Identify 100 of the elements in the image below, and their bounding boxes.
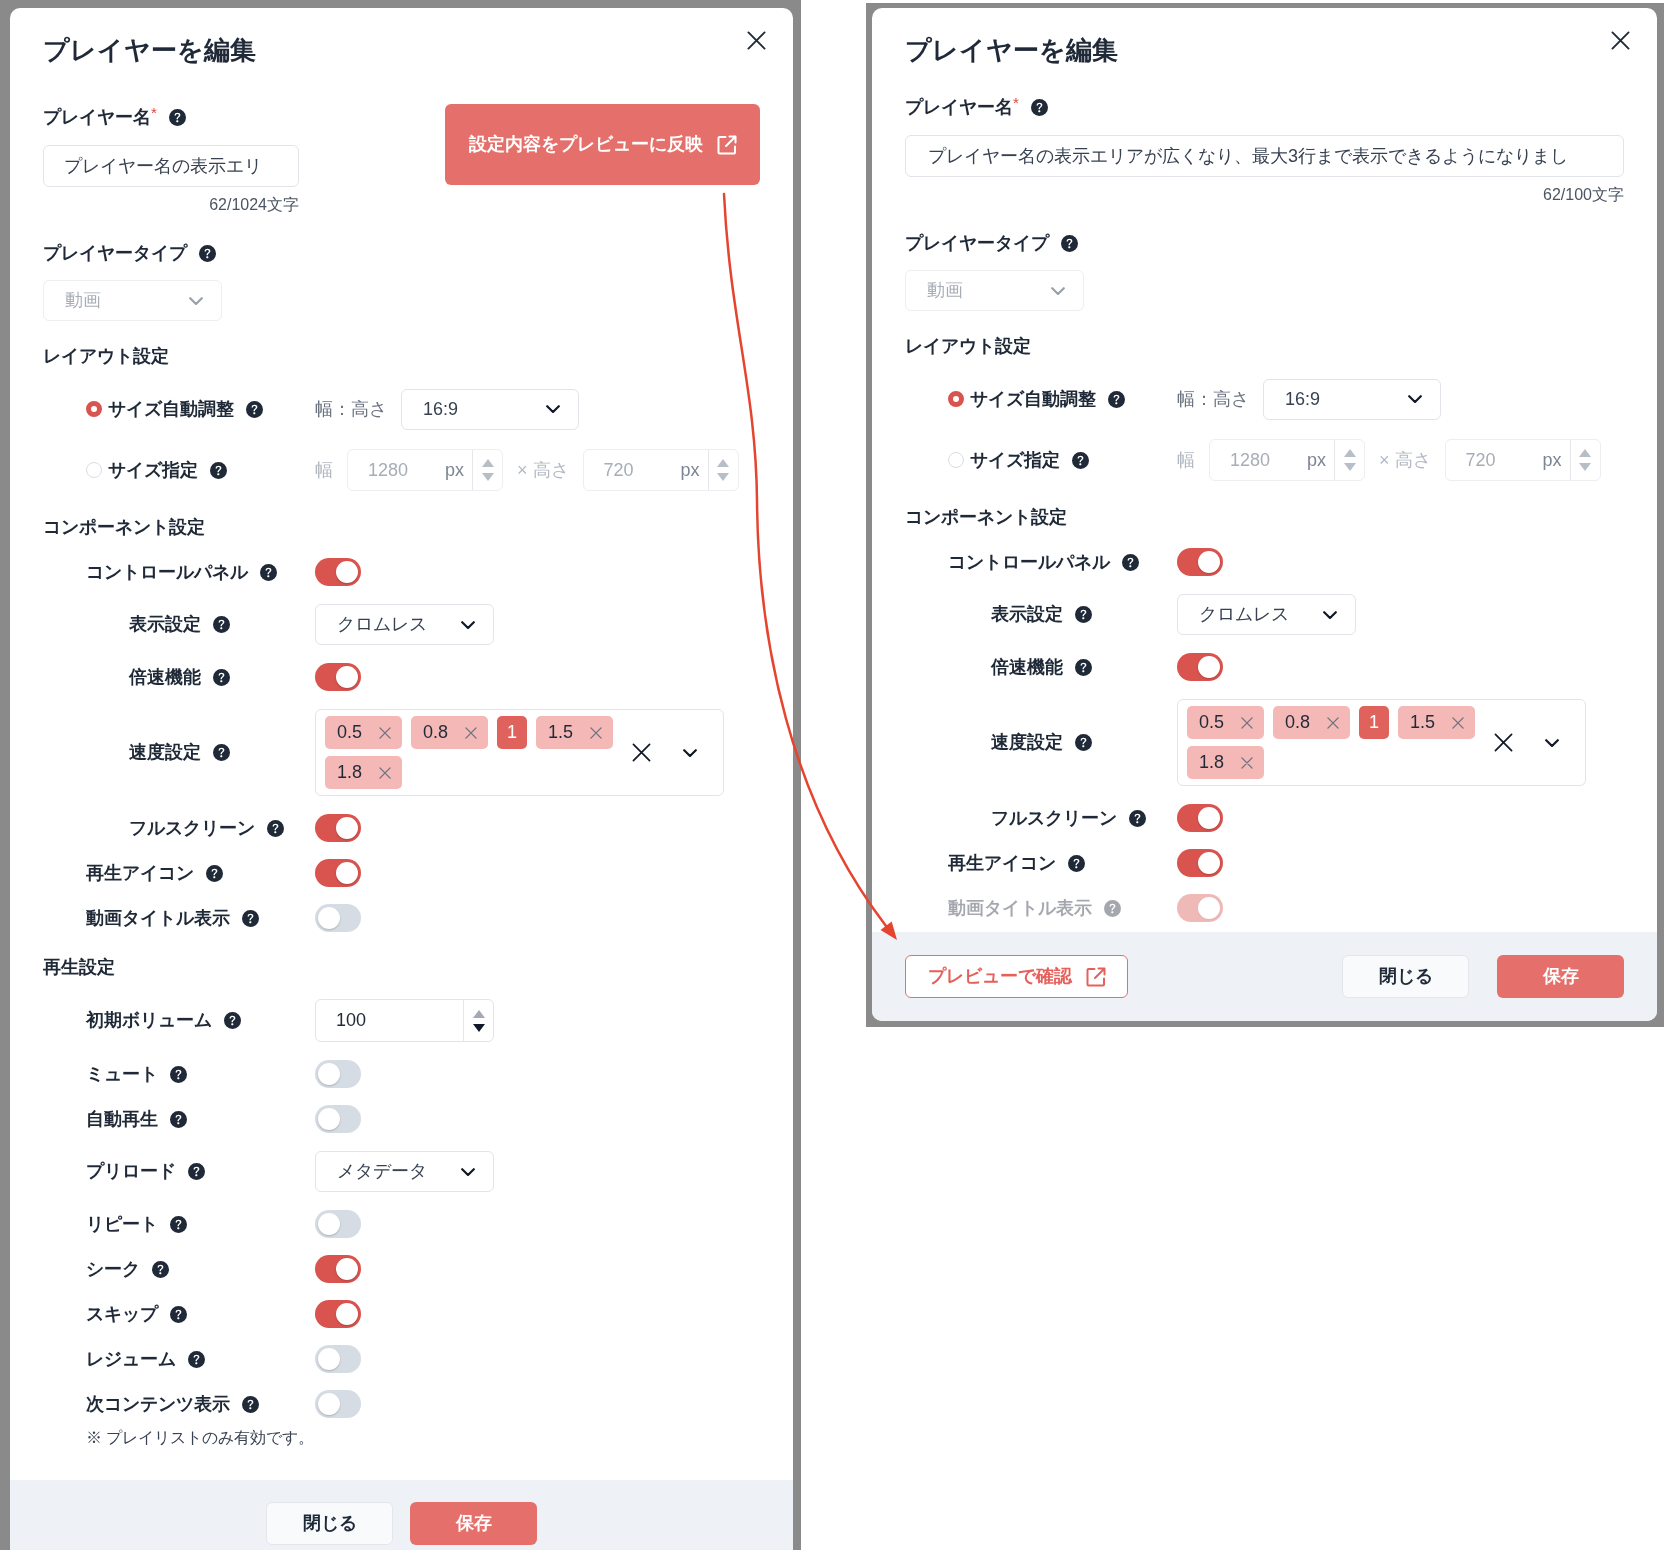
- close-button[interactable]: 閉じる: [266, 1502, 393, 1545]
- multi-select[interactable]: 0.5 0.8 1 1.5 1.8: [315, 709, 724, 796]
- help-icon[interactable]: [1108, 390, 1125, 408]
- toggle-switch[interactable]: [1177, 653, 1223, 681]
- help-icon[interactable]: [224, 1012, 241, 1029]
- close-button[interactable]: 閉じる: [1342, 955, 1469, 998]
- help-icon[interactable]: [170, 1065, 187, 1083]
- remove-icon[interactable]: [379, 766, 392, 779]
- toggle-switch[interactable]: [1177, 548, 1223, 576]
- dropdown[interactable]: クロムレス: [1177, 594, 1356, 635]
- help-icon[interactable]: [170, 1305, 187, 1323]
- help-icon[interactable]: [242, 1395, 259, 1413]
- tag-chip[interactable]: 1.8: [1187, 746, 1265, 779]
- field-caption: 幅：高さ: [1177, 387, 1249, 411]
- toggle-switch[interactable]: [315, 558, 361, 586]
- dropdown[interactable]: メタデータ: [315, 1151, 494, 1192]
- tag-chip[interactable]: 0.8: [411, 716, 489, 749]
- remove-icon[interactable]: [465, 726, 478, 739]
- toggle-switch[interactable]: [315, 1390, 361, 1418]
- help-icon[interactable]: [170, 1215, 187, 1233]
- clear-icon[interactable]: [1494, 733, 1513, 752]
- help-icon[interactable]: [210, 461, 227, 479]
- close-icon[interactable]: [1611, 31, 1630, 50]
- remove-icon[interactable]: [590, 726, 603, 739]
- toggle-switch[interactable]: [1177, 849, 1223, 877]
- dropdown[interactable]: クロムレス: [315, 604, 494, 645]
- field-label: プレイヤー名: [43, 105, 151, 129]
- dropdown[interactable]: 16:9: [401, 388, 579, 430]
- required-mark: *: [1013, 95, 1019, 110]
- help-icon[interactable]: [242, 909, 259, 927]
- help-icon[interactable]: [260, 563, 277, 581]
- help-icon[interactable]: [168, 108, 186, 126]
- field-label: 表示設定: [129, 613, 201, 636]
- help-icon[interactable]: [213, 668, 230, 686]
- remove-icon[interactable]: [1241, 716, 1254, 729]
- dialog-title: プレイヤーを編集: [905, 34, 1118, 67]
- tag-chip[interactable]: 1.5: [1398, 706, 1476, 739]
- toggle-switch[interactable]: [315, 1300, 361, 1328]
- field-label: 倍速機能: [991, 655, 1063, 679]
- help-icon[interactable]: [1129, 809, 1146, 827]
- help-icon[interactable]: [1068, 854, 1085, 872]
- field-label: 動画タイトル表示: [86, 906, 230, 930]
- help-icon[interactable]: [1122, 553, 1139, 571]
- remove-icon[interactable]: [379, 726, 392, 739]
- field-label: 次コンテンツ表示: [86, 1392, 230, 1416]
- field-label: シーク: [86, 1257, 140, 1281]
- character-counter: 62/100文字: [1543, 185, 1624, 205]
- help-icon[interactable]: [1072, 451, 1089, 469]
- tag-chip[interactable]: 1.5: [536, 716, 614, 749]
- field-label: サイズ指定: [108, 458, 198, 482]
- help-icon[interactable]: [170, 1110, 187, 1128]
- spin-down-icon[interactable]: [472, 1023, 485, 1032]
- toggle-switch[interactable]: [315, 859, 361, 887]
- help-icon[interactable]: [152, 1260, 169, 1278]
- close-icon[interactable]: [747, 31, 766, 50]
- radio-button[interactable]: [948, 391, 964, 407]
- section-heading: コンポーネント設定: [905, 505, 1067, 529]
- spin-up-icon[interactable]: [472, 1009, 485, 1018]
- help-icon[interactable]: [1075, 606, 1092, 623]
- help-icon[interactable]: [188, 1350, 205, 1368]
- clear-icon[interactable]: [632, 743, 651, 762]
- remove-icon[interactable]: [1327, 716, 1340, 729]
- toggle-switch[interactable]: [1177, 804, 1223, 832]
- input-field[interactable]: プレイヤー名の表示エリ: [43, 145, 299, 187]
- toggle-switch[interactable]: [315, 1060, 361, 1088]
- help-icon[interactable]: [188, 1163, 205, 1180]
- toggle-switch[interactable]: [315, 663, 361, 691]
- toggle-switch[interactable]: [315, 1345, 361, 1373]
- tag-chip[interactable]: 1.8: [325, 756, 403, 789]
- required-mark: *: [151, 105, 157, 120]
- help-icon[interactable]: [267, 819, 284, 837]
- chevron-down-icon: [546, 405, 560, 413]
- input-field[interactable]: プレイヤー名の表示エリアが広くなり、最大3行まで表示できるようになりまし: [905, 135, 1624, 177]
- field-label: プレイヤータイプ: [905, 231, 1049, 255]
- field-label: サイズ指定: [970, 448, 1060, 472]
- tag-chip[interactable]: 0.8: [1273, 706, 1351, 739]
- tag-chip[interactable]: 0.5: [1187, 706, 1265, 739]
- toggle-switch[interactable]: [315, 1255, 361, 1283]
- help-icon[interactable]: [206, 864, 223, 882]
- field-label: フルスクリーン: [129, 816, 255, 840]
- tag-chip[interactable]: 0.5: [325, 716, 403, 749]
- toggle-switch[interactable]: [315, 814, 361, 842]
- help-icon[interactable]: [246, 400, 263, 418]
- toggle-switch[interactable]: [315, 904, 361, 932]
- toggle-switch[interactable]: [315, 1210, 361, 1238]
- section-heading: レイアウト設定: [905, 334, 1031, 358]
- number-input[interactable]: 100: [315, 999, 494, 1042]
- help-icon[interactable]: [1075, 658, 1092, 676]
- help-icon[interactable]: [1075, 734, 1092, 751]
- dropdown[interactable]: 16:9: [1263, 378, 1441, 420]
- radio-button[interactable]: [86, 401, 102, 417]
- toggle-switch[interactable]: [315, 1105, 361, 1133]
- help-icon[interactable]: [213, 744, 230, 761]
- field-caption: 幅: [1177, 448, 1195, 472]
- help-icon[interactable]: [213, 616, 230, 633]
- multi-select[interactable]: 0.5 0.8 1 1.5 1.8: [1177, 699, 1586, 786]
- remove-icon[interactable]: [1452, 716, 1465, 729]
- remove-icon[interactable]: [1241, 756, 1254, 769]
- field-caption: 幅: [315, 458, 333, 482]
- help-icon[interactable]: [1030, 98, 1048, 116]
